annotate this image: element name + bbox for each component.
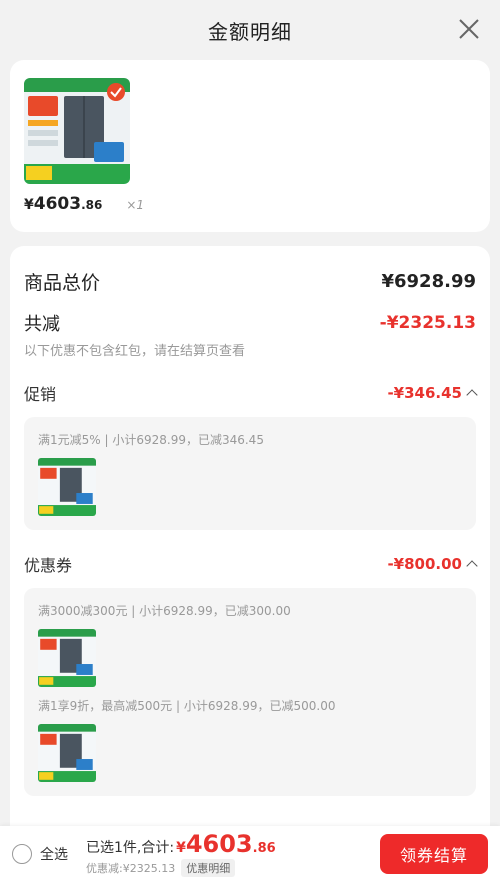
fridge-image-icon (38, 629, 96, 687)
select-all-label[interactable]: 全选 (40, 844, 68, 864)
price-currency: ¥ (24, 197, 34, 213)
page-title: 金额明细 (208, 19, 292, 44)
close-icon[interactable] (456, 16, 482, 42)
coupon-item-thumbnail[interactable] (38, 629, 96, 687)
checkout-discount: 优惠减:¥2325.13 优惠明细 (86, 859, 276, 877)
discount-note: 以下优惠不包含红包，请在结算页查看 (24, 344, 246, 359)
coupon-section-header[interactable]: 优惠券 -¥800.00 (24, 552, 478, 576)
fridge-image-icon (24, 78, 130, 184)
discount-text: 优惠减:¥2325.13 (86, 862, 176, 875)
checkout-bar: 全选 已选1件,合计: ¥ 4603 .86 优惠减:¥2325.13 优惠明细… (0, 826, 500, 881)
promo-item-text: 满1元减5% | 小计6928.99，已减346.45 (38, 433, 264, 447)
select-all-radio[interactable] (12, 843, 32, 864)
price-decimal: .86 (81, 198, 103, 212)
promo-value-wrap: -¥346.45 (387, 384, 478, 402)
reduce-row: 共减 -¥2325.13 (24, 310, 476, 336)
price-main: 4603 (33, 194, 82, 214)
chevron-up-icon[interactable] (466, 389, 478, 401)
discount-detail-button[interactable]: 优惠明细 (181, 859, 236, 877)
total-decimal: .86 (252, 841, 276, 856)
coupon-item-text: 满1享9折，最高减500元 | 小计6928.99，已减500.00 (38, 699, 336, 713)
coupon-value-wrap: -¥800.00 (387, 555, 478, 573)
promo-detail-box: 满1元减5% | 小计6928.99，已减346.45 (24, 417, 476, 530)
reduce-label: 共减 (24, 314, 60, 335)
checkout-summary: 已选1件,合计: ¥ 4603 .86 优惠减:¥2325.13 优惠明细 (86, 830, 276, 877)
selected-count-text: 已选1件,合计: (86, 840, 175, 856)
total-main: 4603 (185, 830, 253, 858)
product-card: ¥ 4603 .86 ×1 (10, 60, 490, 232)
coupon-label: 优惠券 (24, 556, 73, 575)
checkout-button[interactable]: 领券结算 (380, 834, 488, 874)
total-label: 商品总价 (24, 271, 101, 294)
header: 金额明细 (0, 0, 500, 60)
coupon-item-text: 满3000减300元 | 小计6928.99，已减300.00 (38, 604, 291, 618)
promo-item-thumbnail[interactable] (38, 458, 96, 516)
total-row: 商品总价 ¥6928.99 (24, 266, 476, 296)
promo-value: -¥346.45 (387, 384, 462, 402)
total-value: ¥6928.99 (381, 270, 476, 292)
product-quantity: ×1 (126, 198, 145, 212)
promo-section-header[interactable]: 促销 -¥346.45 (24, 381, 478, 405)
total-currency: ¥ (176, 840, 186, 856)
fridge-image-icon (38, 724, 96, 782)
promo-label: 促销 (24, 385, 57, 404)
amount-detail-card: 商品总价 ¥6928.99 共减 -¥2325.13 以下优惠不包含红包，请在结… (10, 246, 490, 881)
coupon-item-thumbnail[interactable] (38, 724, 96, 782)
product-price: ¥ 4603 .86 ×1 (24, 194, 476, 214)
coupon-detail-box: 满3000减300元 | 小计6928.99，已减300.00 满1享9折，最高… (24, 588, 476, 796)
reduce-value: -¥2325.13 (379, 313, 476, 333)
product-thumbnail[interactable] (24, 78, 130, 184)
fridge-image-icon (38, 458, 96, 516)
chevron-up-icon[interactable] (466, 560, 478, 572)
checkout-total: 已选1件,合计: ¥ 4603 .86 (86, 830, 276, 858)
coupon-value: -¥800.00 (387, 555, 462, 573)
